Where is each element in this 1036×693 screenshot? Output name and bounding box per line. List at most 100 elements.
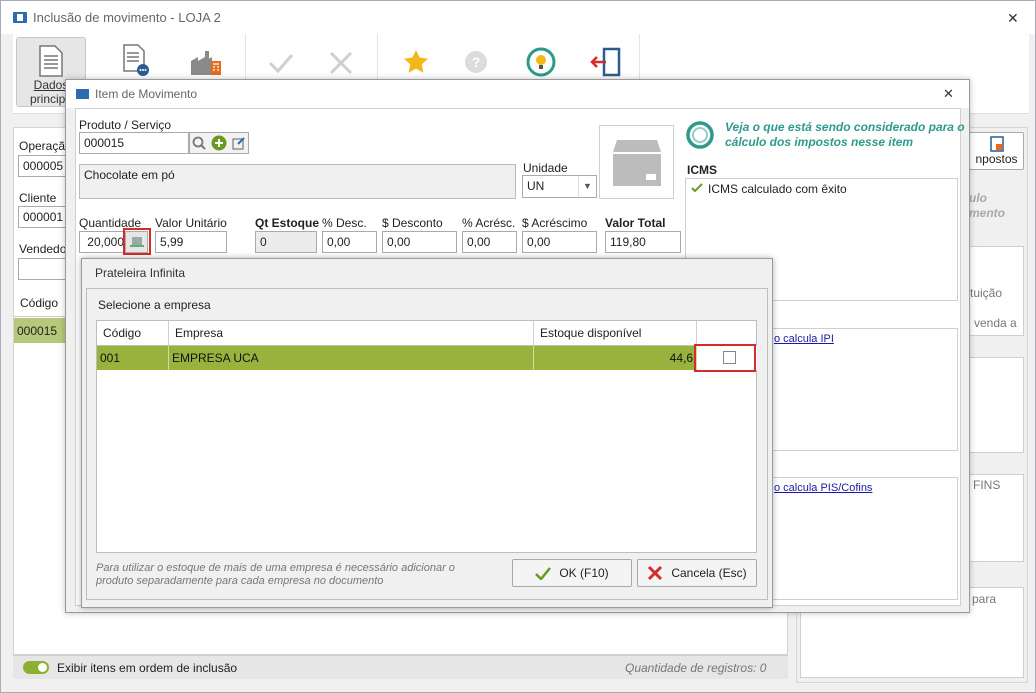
document-detail-icon (123, 44, 149, 76)
qt-estoque-label: Qt Estoque (255, 216, 320, 230)
tax-info-icon (686, 121, 714, 149)
cell-empresa: EMPRESA UCA (169, 346, 534, 370)
valor-unitario-label: Valor Unitário (155, 216, 227, 230)
produto-label: Produto / Serviço (79, 118, 172, 132)
add-icon[interactable] (211, 135, 227, 151)
quantidade-field[interactable]: 20,000 (79, 231, 127, 253)
cliente-field[interactable]: 000001 (18, 206, 66, 228)
unidade-value: UN (527, 179, 545, 193)
chevron-down-icon[interactable]: ▼ (578, 176, 596, 197)
valor-total-label: Valor Total (605, 216, 666, 230)
produto-field[interactable]: 000015 (79, 132, 189, 154)
desconto-field[interactable]: 0,00 (382, 231, 457, 253)
factory-icon (191, 51, 221, 75)
svg-text:?: ? (472, 54, 481, 70)
table-row[interactable]: 001 EMPRESA UCA 44,6 (97, 346, 757, 370)
pct-desc-field[interactable]: 0,00 (322, 231, 377, 253)
operacao-label: Operaçã (19, 139, 66, 153)
selecione-label: Selecione a empresa (98, 298, 211, 312)
unidade-select[interactable]: UN ▼ (522, 175, 597, 198)
partial-text-1: ulo (969, 191, 987, 205)
grid-header-bg: Código (14, 289, 69, 317)
produto-actions (189, 132, 249, 154)
app-icon (13, 12, 27, 23)
right-box-1: tuição venda a (969, 246, 1024, 336)
ipi-link[interactable]: o calcula IPI (774, 333, 834, 345)
exit-icon (590, 47, 621, 77)
tax-hint-box: ulo mento (969, 182, 1024, 237)
vendedor-label: Vendedor (19, 242, 71, 256)
col-estoque[interactable]: Estoque disponível (534, 321, 697, 346)
edit-icon[interactable] (232, 136, 246, 150)
dialog-app-icon (76, 89, 89, 99)
desconto-label: $ Desconto (382, 216, 443, 230)
codigo-column-header: Código (20, 296, 59, 310)
dialog-title: Item de Movimento (95, 87, 198, 101)
cliente-label: Cliente (19, 191, 57, 205)
footer-note-2: produto separadamente para cada empresa … (96, 575, 384, 587)
close-icon (648, 565, 663, 581)
acrescimo-field[interactable]: 0,00 (522, 231, 597, 253)
footer-note-1: Para utilizar o estoque de mais de uma e… (96, 562, 455, 574)
partial-text-5: FINS (973, 478, 1001, 492)
partial-text-3: tuição (970, 286, 1003, 300)
pis-cofins-link[interactable]: o calcula PIS/Cofins (774, 482, 872, 494)
icms-heading: ICMS (687, 163, 717, 177)
icms-status: ICMS calculado com êxito (708, 182, 847, 196)
cancel-button[interactable]: Cancela (Esc) (637, 559, 757, 587)
star-icon (404, 50, 428, 73)
checkbox-highlight (694, 344, 756, 372)
toggle-label: Exibir itens em ordem de inclusão (57, 661, 238, 675)
ok-label: OK (F10) (559, 566, 609, 580)
dados-label-1: Dados (33, 78, 69, 92)
check-icon (268, 54, 294, 74)
box-icon (613, 140, 661, 186)
quantity-button-highlight (123, 228, 151, 255)
col-select (697, 321, 757, 346)
record-count: Quantidade de registros: 0 (625, 661, 767, 675)
vendedor-field[interactable] (18, 258, 66, 280)
pct-desc-label: % Desc. (322, 216, 367, 230)
ok-button[interactable]: OK (F10) (512, 559, 632, 587)
impostos-label: npostos (975, 152, 1018, 166)
cancel-label: Cancela (Esc) (671, 566, 747, 580)
right-box-2 (969, 357, 1024, 453)
tax-hint-line-2: cálculo dos impostos nesse item (725, 135, 914, 149)
document-icon (39, 45, 63, 77)
right-box-3: FINS (969, 474, 1024, 562)
col-codigo[interactable]: Código (97, 321, 169, 346)
partial-text-6: para (972, 592, 997, 606)
check-icon (691, 183, 703, 193)
window-titlebar: Inclusão de movimento - LOJA 2 ✕ (1, 1, 1035, 34)
empresa-grid: Código Empresa Estoque disponível 001 EM… (96, 320, 757, 553)
window-close-button[interactable]: ✕ (1007, 10, 1019, 27)
prateleira-title: Prateleira Infinita (95, 266, 186, 280)
grid-header: Código Empresa Estoque disponível (97, 321, 756, 346)
search-icon[interactable] (192, 136, 207, 150)
table-row[interactable]: 000015 (14, 318, 69, 343)
order-toggle[interactable] (23, 661, 49, 674)
x-icon (329, 51, 353, 75)
valor-unitario-field[interactable]: 5,99 (155, 231, 227, 253)
description-field[interactable]: Chocolate em pó (79, 164, 516, 199)
lightbulb-icon (526, 47, 556, 77)
codigo-cell: 000015 (17, 324, 58, 338)
acrescimo-label: $ Acréscimo (522, 216, 588, 230)
tax-doc-icon (989, 136, 1004, 152)
dialog-close-button[interactable]: ✕ (943, 86, 954, 102)
impostos-button[interactable]: npostos (969, 132, 1024, 170)
pct-acresc-field[interactable]: 0,00 (462, 231, 517, 253)
operacao-field[interactable]: 000005 (18, 155, 66, 177)
check-icon (535, 566, 552, 580)
valor-total-field: 119,80 (605, 231, 681, 253)
window-title: Inclusão de movimento - LOJA 2 (33, 10, 221, 25)
product-image (599, 125, 674, 199)
status-bar: Exibir itens em ordem de inclusão Quanti… (13, 655, 788, 679)
cell-estoque: 44,6 (534, 346, 697, 370)
cell-codigo: 001 (97, 346, 169, 370)
help-icon: ? (465, 51, 487, 73)
partial-text-2: mento (969, 206, 1005, 220)
col-empresa[interactable]: Empresa (169, 321, 534, 346)
tax-hint-line-1: Veja o que está sendo considerado para o (725, 120, 965, 134)
qt-estoque-field: 0 (255, 231, 317, 253)
